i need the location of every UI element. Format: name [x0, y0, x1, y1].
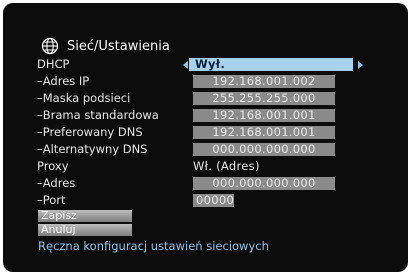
primary-dns-field[interactable]: 192.168.001.001 [193, 126, 335, 139]
subnet-mask-field[interactable]: 255.255.255.000 [193, 92, 335, 105]
arrow-right-icon[interactable] [358, 61, 363, 69]
setting-label: –Alternatywny DNS [37, 142, 148, 156]
setting-label: –Port [37, 193, 66, 207]
gateway-field[interactable]: 192.168.001.001 [193, 109, 335, 122]
page-title: Sieć/Ustawienia [41, 35, 170, 57]
page-title-text: Sieć/Ustawienia [67, 38, 170, 54]
setting-label: Proxy [37, 159, 69, 173]
setting-label: –Maska podsieci [37, 91, 131, 105]
arrow-left-icon[interactable] [183, 61, 188, 69]
settings-screen: Sieć/Ustawienia DHCP Wył. –Adres IP 192.… [3, 3, 408, 272]
save-button[interactable]: Zapisz [38, 210, 132, 222]
help-text: Ręczna konfiguracj ustawień sieciowych [38, 239, 269, 253]
setting-label: –Brama standardowa [37, 108, 159, 122]
setting-label: DHCP [37, 57, 70, 71]
dhcp-value[interactable]: Wył. [189, 58, 353, 71]
setting-label: –Preferowany DNS [37, 125, 143, 139]
setting-label: –Adres [37, 176, 76, 190]
proxy-address-field[interactable]: 000.000.000.000 [193, 177, 335, 190]
proxy-value[interactable]: Wł. (Adres) [193, 160, 335, 173]
port-field[interactable]: 00000 [193, 194, 234, 207]
globe-icon [41, 37, 59, 55]
setting-label: –Adres IP [37, 74, 90, 88]
cancel-button[interactable]: Anuluj [38, 224, 132, 236]
ip-address-field[interactable]: 192.168.001.002 [193, 75, 335, 88]
secondary-dns-field[interactable]: 000.000.000.000 [193, 143, 335, 156]
